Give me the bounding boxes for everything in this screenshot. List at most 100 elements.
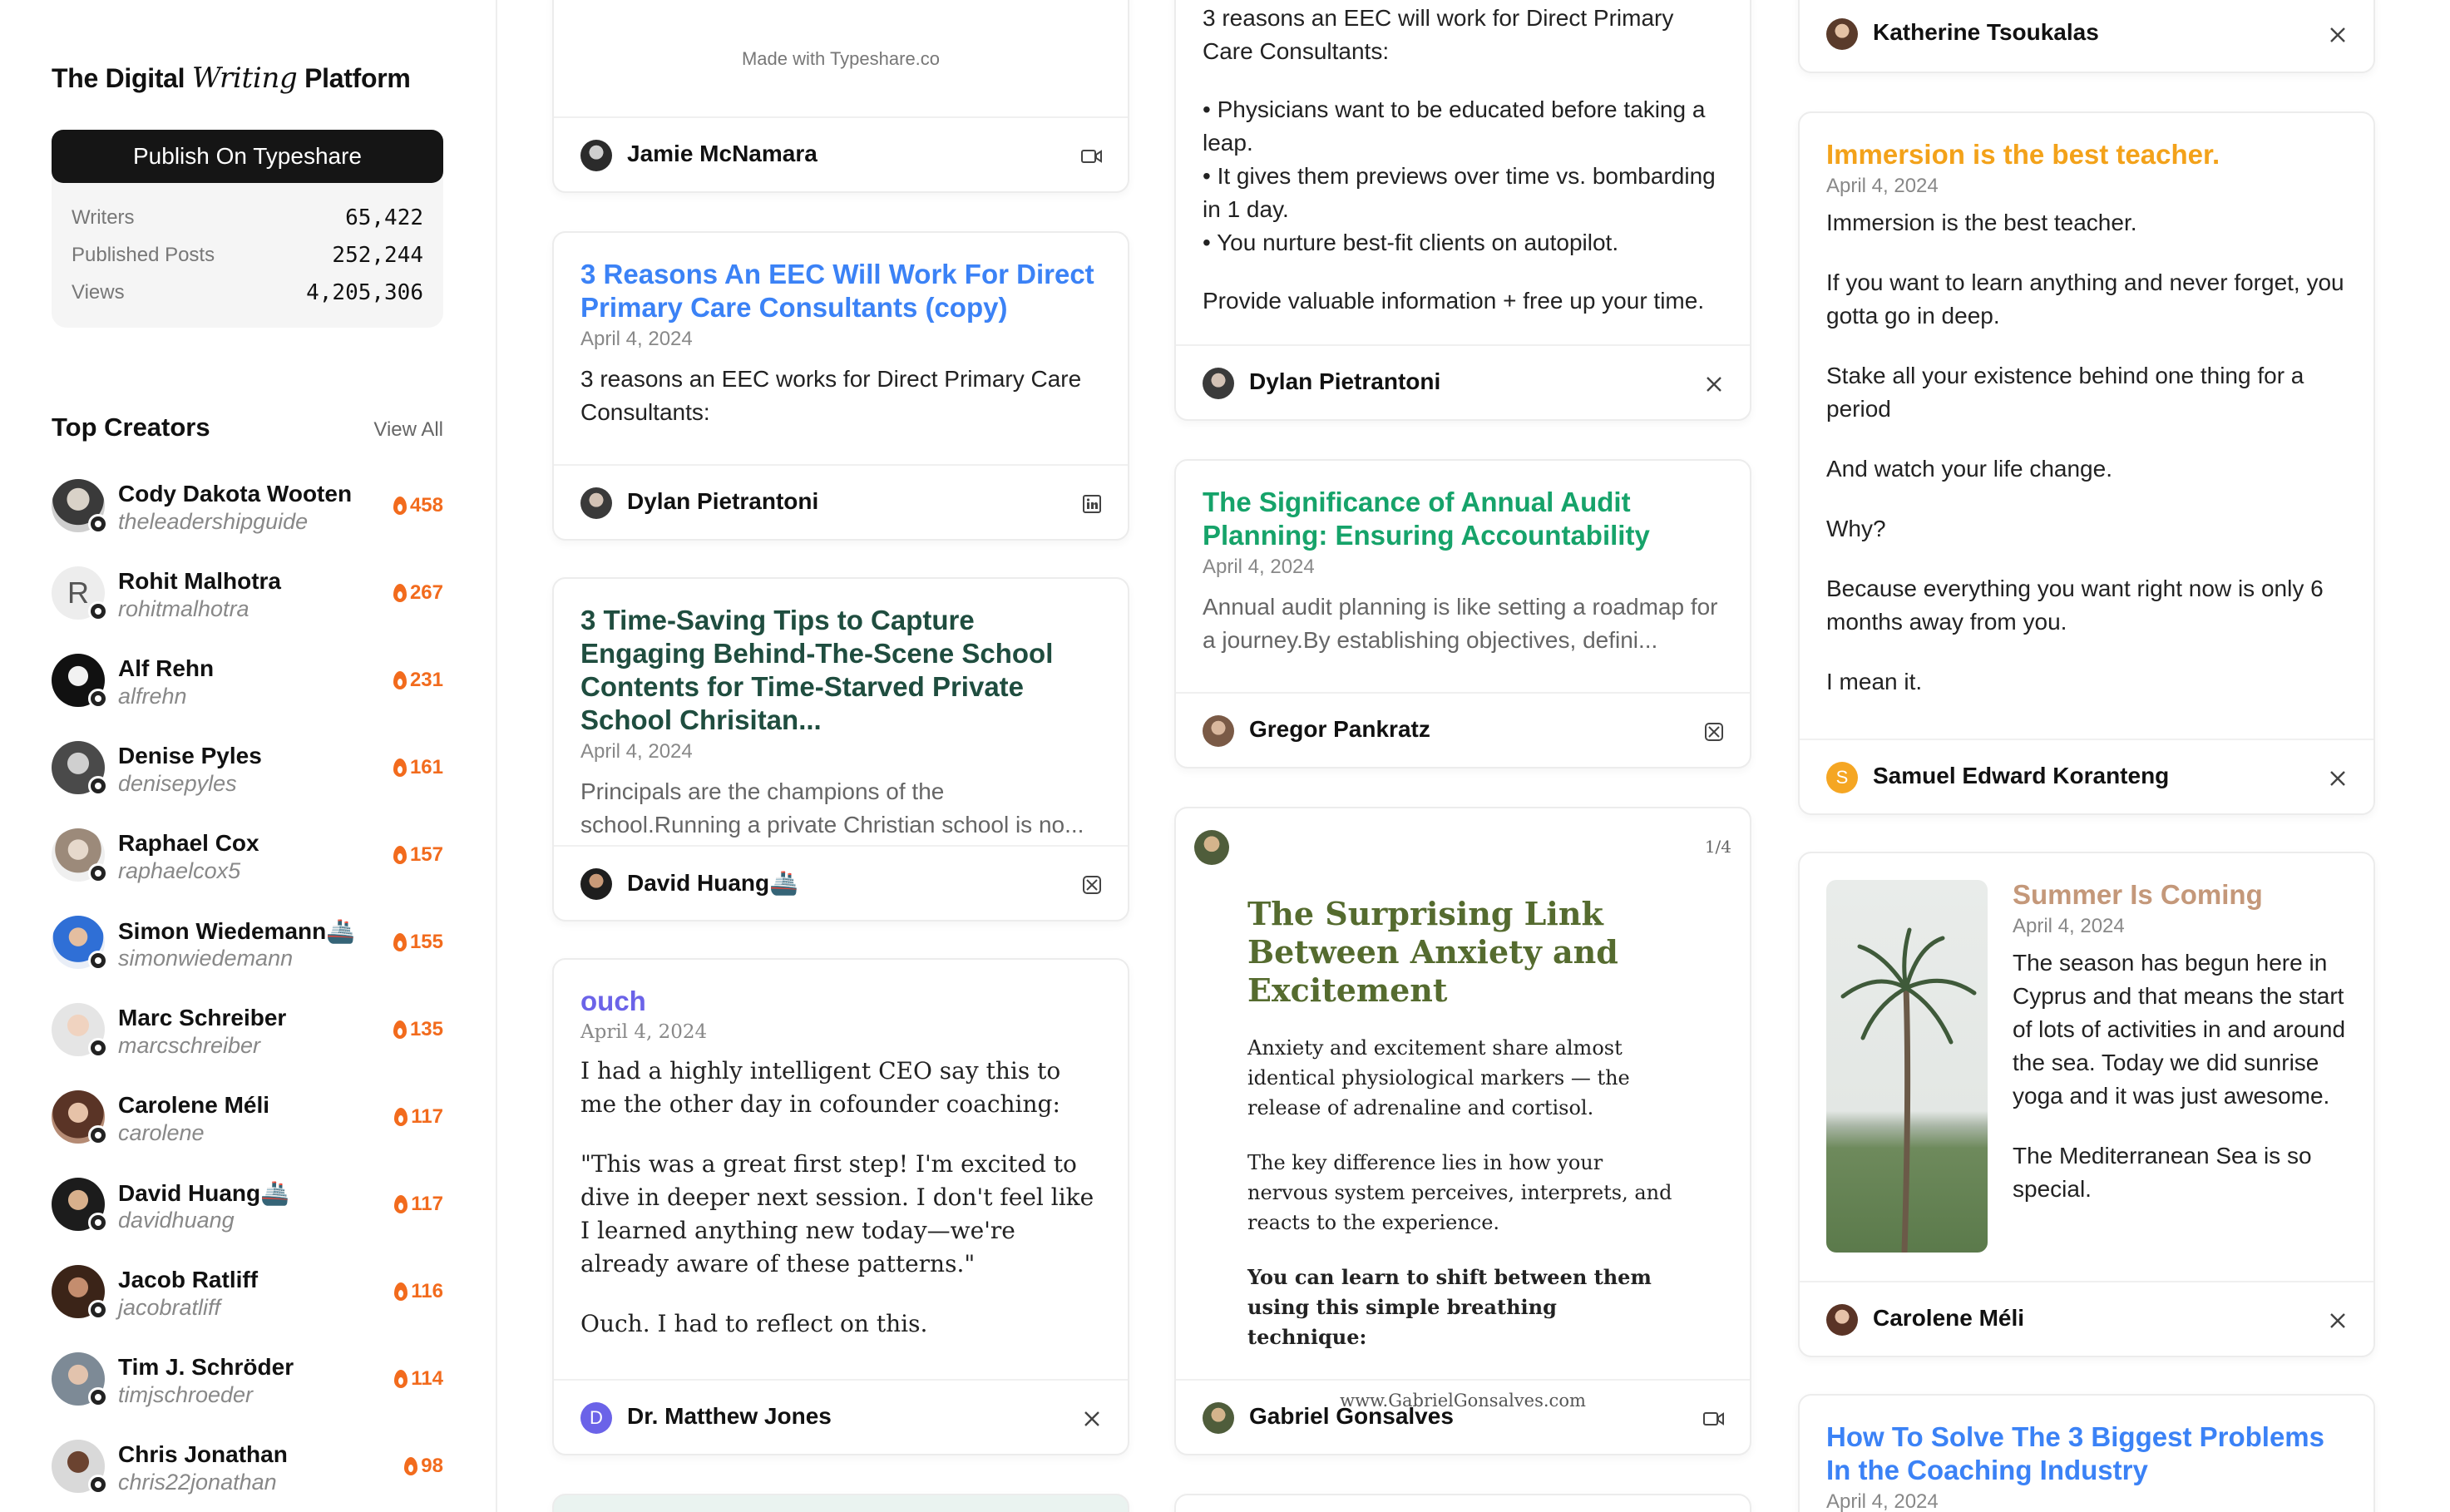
author-name[interactable]: Dr. Matthew Jones <box>627 1403 832 1430</box>
creator-item[interactable]: Denise Pyles denisepyles 161 <box>52 738 443 798</box>
post-card[interactable]: 1/4 The Surprising Link Between Anxiety … <box>1174 807 1751 1455</box>
author-name[interactable]: Carolene Méli <box>1873 1305 2024 1332</box>
post-title[interactable]: The Significance of Annual Audit Plannin… <box>1203 486 1723 552</box>
post-title[interactable]: Summer Is Coming <box>2013 878 2347 912</box>
author-name[interactable]: Gabriel Gonsalves <box>1249 1403 1454 1430</box>
top-creators-title: Top Creators <box>52 413 210 442</box>
avatar[interactable]: S <box>1826 762 1858 793</box>
author-name[interactable]: Samuel Edward Koranteng <box>1873 763 2169 789</box>
post-paragraph: Immersion is the best teacher. <box>1826 210 2137 235</box>
view-all-link[interactable]: View All <box>373 418 443 442</box>
score-value: 458 <box>409 494 443 516</box>
avatar[interactable] <box>580 140 612 171</box>
creator-handle: theleadershipguide <box>118 509 309 534</box>
avatar[interactable] <box>1826 18 1858 50</box>
carousel-slide: The Surprising Link Between Anxiety and … <box>1247 895 1678 1411</box>
avatar[interactable] <box>1194 830 1229 865</box>
creator-item[interactable]: Simon Wiedemann🚢 simonwiedemann 155 <box>52 912 443 972</box>
post-title[interactable]: ouch <box>580 985 1101 1018</box>
creator-item[interactable]: David Huang🚢 davidhuang 117 <box>52 1174 443 1234</box>
threads-icon[interactable] <box>1081 874 1103 896</box>
post-card[interactable]: The Significance of Annual Audit Plannin… <box>1174 459 1751 768</box>
post-paragraph: The Mediterranean Sea is so special. <box>2013 1143 2312 1202</box>
x-icon[interactable] <box>2327 24 2349 46</box>
post-card[interactable]: Immersion is the best teacher. April 4, … <box>1798 111 2375 815</box>
author-name[interactable]: Gregor Pankratz <box>1249 716 1430 743</box>
author-name[interactable]: Katherine Tsoukalas <box>1873 19 2099 46</box>
score-value: 267 <box>409 581 443 604</box>
post-card[interactable]: 3 Reasons An EEC Will Work For Direct Pr… <box>552 231 1129 541</box>
card-footer: Dylan Pietrantoni <box>1176 344 1750 419</box>
creator-name: Chris Jonathan <box>118 1441 288 1467</box>
post-card[interactable]: Katherine Tsoukalas <box>1798 0 2375 73</box>
publish-button[interactable]: Publish On Typeshare <box>52 130 443 183</box>
creator-item[interactable]: Jacob Ratliff jacobratliff 116 <box>52 1262 443 1322</box>
video-icon[interactable] <box>1703 1408 1725 1430</box>
creator-name: Rohit Malhotra <box>118 568 281 594</box>
post-title[interactable]: 3 Reasons An EEC Will Work For Direct Pr… <box>580 258 1101 324</box>
avatar[interactable] <box>1203 715 1234 747</box>
creator-handle: simonwiedemann <box>118 946 294 971</box>
post-title[interactable]: Immersion is the best teacher. <box>1826 138 2347 171</box>
post-card[interactable]: 3 Time-Saving Tips to Capture Engaging B… <box>552 577 1129 922</box>
avatar[interactable] <box>1203 368 1234 399</box>
post-card[interactable]: ouch April 4, 2024 I had a highly intell… <box>552 958 1129 1455</box>
x-icon[interactable] <box>2327 1310 2349 1332</box>
post-date: April 4, 2024 <box>580 1021 708 1043</box>
post-card[interactable] <box>552 1494 1129 1512</box>
post-bullet: • Physicians want to be educated before … <box>1203 96 1706 156</box>
x-icon[interactable] <box>1081 1408 1103 1430</box>
post-title[interactable]: 3 Time-Saving Tips to Capture Engaging B… <box>580 604 1101 737</box>
creator-score: 267 <box>393 581 443 605</box>
linkedin-icon[interactable] <box>1081 493 1103 515</box>
creator-item[interactable]: Alf Rehn alfrehn 231 <box>52 650 443 710</box>
creator-item[interactable]: R Rohit Malhotra rohitmalhotra 267 <box>52 563 443 623</box>
brand-prefix: The Digital <box>52 63 185 93</box>
post-bullet: • It gives them previews over time vs. b… <box>1203 163 1716 222</box>
creator-item[interactable]: Chris Jonathan chris22jonathan 98 <box>52 1436 443 1496</box>
post-card[interactable]: Summer Is Coming April 4, 2024 The seaso… <box>1798 852 2375 1357</box>
avatar[interactable] <box>580 487 612 519</box>
creator-item[interactable]: Tim J. Schröder timjschroeder 114 <box>52 1349 443 1409</box>
avatar[interactable]: D <box>580 1402 612 1434</box>
post-card[interactable] <box>1174 1494 1751 1512</box>
card-footer: David Huang🚢 <box>554 845 1128 920</box>
author-name[interactable]: Dylan Pietrantoni <box>627 488 818 515</box>
sidebar: The Digital Writing Platform Publish On … <box>0 0 497 1512</box>
flame-icon <box>404 1457 418 1475</box>
creator-item[interactable]: Raphael Cox raphaelcox5 157 <box>52 825 443 885</box>
slide-paragraph: You can learn to shift between them usin… <box>1247 1265 1652 1349</box>
avatar[interactable] <box>1203 1402 1234 1434</box>
creator-item[interactable]: Carolene Méli carolene 117 <box>52 1087 443 1147</box>
post-title[interactable]: How To Solve The 3 Biggest Problems In t… <box>1826 1421 2347 1487</box>
post-date: April 4, 2024 <box>580 328 693 350</box>
stat-value: 252,244 <box>332 243 423 268</box>
author-name[interactable]: Jamie McNamara <box>627 141 817 167</box>
video-icon[interactable] <box>1081 146 1103 167</box>
creator-handle: timjschroeder <box>118 1382 254 1407</box>
creator-item[interactable]: Cody Dakota Wooten theleadershipguide 45… <box>52 476 443 536</box>
flame-icon <box>393 671 407 689</box>
creator-item[interactable]: Marc Schreiber marcschreiber 135 <box>52 1000 443 1060</box>
post-paragraph: Because everything you want right now is… <box>1826 576 2324 635</box>
post-card[interactable]: Made with Typeshare.co Jamie McNamara <box>552 0 1129 193</box>
post-paragraph: Provide valuable information + free up y… <box>1203 288 1705 314</box>
author-name[interactable]: Dylan Pietrantoni <box>1249 368 1440 395</box>
card-body: How To Solve The 3 Biggest Problems In t… <box>1826 1421 2347 1512</box>
flame-icon <box>393 758 407 777</box>
card-body: Summer Is Coming April 4, 2024 The seaso… <box>2013 878 2347 1233</box>
x-icon[interactable] <box>2327 768 2349 789</box>
post-image[interactable] <box>1826 880 1988 1253</box>
avatar[interactable] <box>580 868 612 900</box>
post-card[interactable]: How To Solve The 3 Biggest Problems In t… <box>1798 1394 2375 1512</box>
threads-icon[interactable] <box>1703 721 1725 743</box>
post-content: The season has begun here in Cyprus and … <box>2013 946 2347 1206</box>
brand-logo[interactable]: The Digital Writing Platform <box>52 62 411 95</box>
slide-content: Anxiety and excitement share almost iden… <box>1247 1033 1678 1352</box>
post-card[interactable]: 3 reasons an EEC will work for Direct Pr… <box>1174 0 1751 421</box>
avatar[interactable] <box>1826 1304 1858 1336</box>
creator-badge-icon <box>88 1213 108 1233</box>
creator-name: Cody Dakota Wooten <box>118 481 353 506</box>
x-icon[interactable] <box>1703 373 1725 395</box>
author-name[interactable]: David Huang🚢 <box>627 869 798 897</box>
